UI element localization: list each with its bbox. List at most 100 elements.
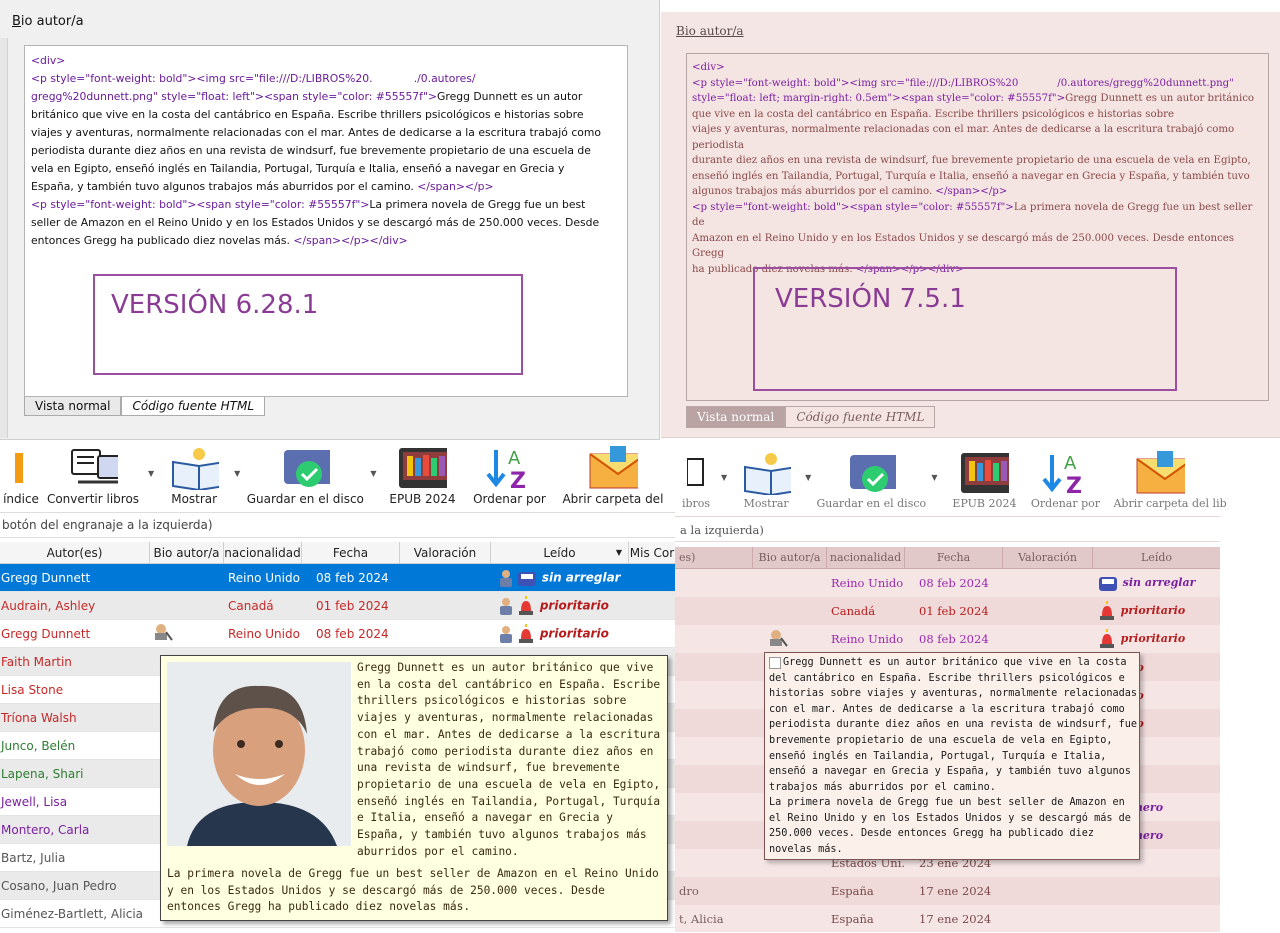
chevron-down-icon[interactable]: ▼ <box>931 473 937 482</box>
read-status-text: sin arreglar <box>541 570 621 584</box>
chevron-down-icon[interactable]: ▼ <box>234 469 240 478</box>
svg-text:A: A <box>508 448 521 469</box>
table-row[interactable]: Canadá 01 feb 2024 prioritario <box>675 597 1220 625</box>
left-toolbar-show-button[interactable]: Mostrar <box>158 442 230 506</box>
right-toolbar-epub-label: EPUB 2024 <box>952 497 1017 510</box>
nationality-cell: Reino Unido <box>228 570 300 585</box>
bio-note-icon <box>155 624 173 641</box>
author-cell: t, Alicia <box>679 912 724 926</box>
table-row[interactable]: Gregg Dunnett Reino Unido 08 feb 2024 prio… <box>0 620 675 648</box>
open-folder-mail-icon <box>588 446 639 489</box>
table-row[interactable]: t, Alicia España 17 ene 2024 <box>675 905 1220 933</box>
table-row[interactable]: dro España 17 ene 2024 <box>675 877 1220 905</box>
author-cell: dro <box>679 884 699 898</box>
read-status-text: prioritario <box>539 626 609 640</box>
chevron-down-icon[interactable]: ▼ <box>805 473 811 482</box>
left-bio-tooltip: Gregg Dunnett es un autor británico que … <box>160 655 668 921</box>
right-toolbar-open-folder-button[interactable]: Abrir carpeta del lib <box>1103 438 1227 510</box>
column-header-bio[interactable]: Bio autor/a <box>753 547 827 568</box>
right-html-source[interactable]: <div> <p style="font-weight: bold"><img … <box>687 54 1268 277</box>
reader-person-icon <box>500 597 512 615</box>
column-header-date[interactable]: Fecha <box>905 547 1003 568</box>
left-version-label: VERSIÓN 6.28.1 <box>111 290 319 320</box>
right-toolbar-show-button[interactable]: Mostrar <box>731 438 801 510</box>
read-cell: prioritario <box>491 623 629 644</box>
left-tab-codigo-fuente[interactable]: Código fuente HTML <box>121 397 266 416</box>
date-cell: 17 ene 2024 <box>919 884 992 898</box>
left-tab-vista-normal[interactable]: Vista normal <box>24 397 122 416</box>
column-header-rating[interactable]: Valoración <box>1003 547 1093 568</box>
nationality-cell: Reino Unido <box>831 576 904 590</box>
author-cell: Junco, Belén <box>1 738 76 753</box>
right-toolbar-sort-button[interactable]: AZ Ordenar por <box>1027 438 1103 510</box>
right-toolbar-save-button[interactable]: Guardar en el disco <box>815 438 927 510</box>
reader-person-icon <box>500 569 512 587</box>
right-toolbar-sort-label: Ordenar por <box>1030 497 1101 510</box>
left-toolbar-epub-button[interactable]: EPUB 2024 <box>380 442 464 506</box>
siren-icon <box>1100 629 1114 648</box>
column-header-nationality[interactable]: nacionalidad <box>224 542 302 563</box>
column-header-read[interactable]: Leído <box>1093 547 1220 568</box>
read-status-text: prioritario <box>1120 604 1186 617</box>
date-cell: 08 feb 2024 <box>316 570 389 585</box>
right-toolbar-epub-button[interactable]: EPUB 2024 <box>941 438 1027 510</box>
column-header-date[interactable]: Fecha <box>302 542 400 563</box>
right-tab-vista-normal[interactable]: Vista normal <box>686 406 786 428</box>
table-row[interactable]: Reino Unido 08 feb 2024 sin arreglar <box>675 569 1220 597</box>
left-toolbar-index-button[interactable]: índice <box>0 442 42 506</box>
column-header-mis-cor[interactable]: Mis Cor <box>629 542 675 563</box>
author-cell: Audrain, Ashley <box>1 598 96 613</box>
left-toolbar-open-folder-button[interactable]: Abrir carpeta del <box>554 442 664 506</box>
convert-books-icon <box>68 447 118 489</box>
author-cell: Faith Martin <box>1 654 72 669</box>
column-header-authors[interactable]: Autor(es) <box>0 542 150 563</box>
left-toolbar-open-folder-label: Abrir carpeta del <box>562 492 664 506</box>
column-header-rating[interactable]: Valoración <box>400 542 491 563</box>
html-content-text: Gregg Dunnett es un autor británico que … <box>31 90 601 193</box>
sort-az-icon: AZ <box>1040 452 1090 495</box>
column-header-nationality[interactable]: nacionalidad <box>827 547 905 568</box>
show-book-icon <box>169 447 220 490</box>
author-cell: Lapena, Shari <box>1 766 84 781</box>
right-search-bar[interactable]: a la izquierda) <box>675 516 1220 542</box>
left-search-bar[interactable]: botón del engranaje a la izquierda) <box>0 512 675 538</box>
right-toolbar-save-label: Guardar en el disco <box>816 497 927 510</box>
left-toolbar-sort-button[interactable]: AZ Ordenar por <box>464 442 554 506</box>
nationality-cell: Reino Unido <box>831 632 904 646</box>
table-row[interactable]: Reino Unido 08 feb 2024 prioritario <box>675 625 1220 653</box>
left-table-header: Autor(es) Bio autor/a nacionalidad Fecha… <box>0 542 675 564</box>
right-toolbar-convert-label: ibros <box>681 497 711 510</box>
left-html-source[interactable]: <div> <p style="font-weight: bold"><img … <box>25 46 627 250</box>
bio-cell <box>753 628 827 651</box>
read-status-text: prioritario <box>539 598 609 612</box>
right-editor-tabs: Vista normal Código fuente HTML <box>686 406 936 428</box>
column-header-read[interactable]: Leído ▼ <box>491 542 629 563</box>
left-toolbar-show-label: Mostrar <box>171 492 218 506</box>
epub-library-icon <box>959 452 1010 494</box>
date-cell: 17 ene 2024 <box>919 912 992 926</box>
table-row[interactable]: Gregg Dunnett Reino Unido 08 feb 2024 sin … <box>0 564 675 592</box>
reader-person-icon <box>500 625 512 643</box>
right-version-label: VERSIÓN 7.5.1 <box>775 284 966 314</box>
left-tooltip-paragraph-1: Gregg Dunnett es un autor británico que … <box>357 661 661 858</box>
bio-note-icon <box>770 629 788 647</box>
chevron-down-icon[interactable]: ▼ <box>148 469 154 478</box>
read-cell: prioritario <box>491 595 629 616</box>
table-row[interactable]: Audrain, Ashley Canadá 01 feb 2024 priorit… <box>0 592 675 620</box>
left-toolbar-sort-label: Ordenar por <box>473 492 546 506</box>
siren-icon <box>1100 601 1114 620</box>
left-toolbar-convert-button[interactable]: Convertir libros <box>42 442 144 506</box>
column-header-read-label: Leído <box>543 546 576 560</box>
chevron-down-icon[interactable]: ▼ <box>370 469 376 478</box>
right-toolbar-convert-button[interactable]: ibros <box>675 438 717 510</box>
left-toolbar-save-button[interactable]: Guardar en el disco <box>244 442 366 506</box>
right-tooltip-paragraph-1: Gregg Dunnett es un autor británico que … <box>769 657 1138 793</box>
chevron-down-icon[interactable]: ▼ <box>721 473 727 482</box>
nationality-cell: España <box>831 884 874 898</box>
right-section-title: Bio autor/a <box>676 24 744 38</box>
svg-text:Z: Z <box>1066 474 1082 495</box>
column-header-bio[interactable]: Bio autor/a <box>150 542 224 563</box>
right-tab-codigo-fuente[interactable]: Código fuente HTML <box>785 406 936 428</box>
read-cell: sin arreglar <box>491 568 629 588</box>
column-header-authors[interactable]: es) <box>675 547 753 568</box>
